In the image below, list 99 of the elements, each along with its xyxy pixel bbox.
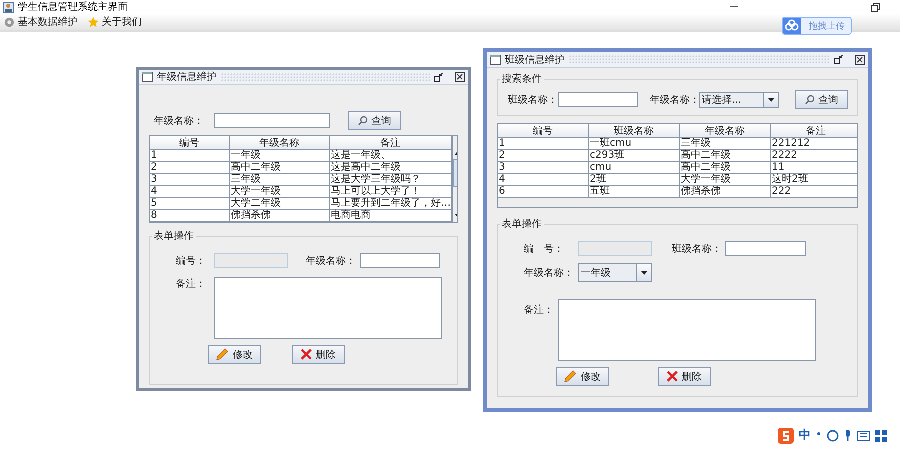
table-cell: 221212 bbox=[771, 138, 857, 150]
table-cell: 五班 bbox=[589, 186, 680, 198]
table-cell: 3 bbox=[498, 162, 589, 174]
table-cell: 222 bbox=[771, 186, 857, 198]
restore-icon[interactable] bbox=[834, 55, 843, 64]
column-header[interactable]: 班级名称 bbox=[589, 124, 680, 138]
table-cell: 这时2班 bbox=[771, 174, 857, 186]
search-button[interactable]: 查询 bbox=[795, 90, 848, 109]
delete-button[interactable]: 删除 bbox=[292, 345, 345, 364]
text-area[interactable] bbox=[214, 277, 442, 339]
input-field[interactable] bbox=[558, 92, 638, 107]
column-header[interactable]: 备注 bbox=[330, 136, 452, 150]
table-cell: 大学一年级 bbox=[230, 186, 330, 198]
table-cell: 这是大学三年级吗？ bbox=[330, 174, 452, 186]
search-button[interactable]: 查询 bbox=[348, 111, 401, 130]
input-field[interactable] bbox=[214, 113, 330, 128]
delete-button[interactable]: 删除 bbox=[658, 367, 711, 386]
caret-icon bbox=[768, 98, 774, 102]
field-label: 年级名称： bbox=[650, 94, 699, 106]
table-cell: 高中二年级 bbox=[680, 162, 771, 174]
table-cell: 大学二年级 bbox=[230, 198, 330, 210]
table-cell: 三年级 bbox=[680, 138, 771, 150]
field-label: 编号： bbox=[176, 254, 207, 268]
table-cell: 11 bbox=[771, 162, 857, 174]
gear-icon bbox=[4, 16, 15, 28]
table-cell: 2 bbox=[498, 150, 589, 162]
table-cell: 1 bbox=[150, 150, 230, 162]
close-icon[interactable] bbox=[455, 72, 465, 82]
edit-button[interactable]: 修改 bbox=[208, 345, 261, 364]
dropdown[interactable]: 请选择... bbox=[699, 92, 779, 108]
table-cell: 马上可以上大学了！ bbox=[330, 186, 452, 198]
table-cell: 这是高中二年级 bbox=[330, 162, 452, 174]
table-cell: 2 bbox=[150, 162, 230, 174]
column-header[interactable]: 编号 bbox=[498, 124, 589, 138]
menu-item[interactable]: 关于我们 bbox=[88, 15, 142, 29]
column-header[interactable]: 编号 bbox=[150, 136, 230, 150]
table-cell: 3 bbox=[150, 174, 230, 186]
field-label: 年级名称： bbox=[306, 254, 357, 268]
table-cell: 高中二年级 bbox=[230, 162, 330, 174]
column-header[interactable]: 年级名称 bbox=[680, 124, 771, 138]
table-cell: 佛挡杀佛 bbox=[230, 210, 330, 222]
keyboard-icon[interactable] bbox=[857, 430, 870, 440]
star-icon bbox=[88, 16, 99, 28]
table-cell: 电商电商 bbox=[330, 210, 452, 222]
table-cell: 5 bbox=[150, 198, 230, 210]
input-method-logo-icon[interactable] bbox=[778, 428, 794, 444]
input-mode-label[interactable]: 中 bbox=[799, 427, 811, 444]
table-cell: 马上要升到二年级了，好… bbox=[330, 198, 452, 210]
field-label: 班级名称： bbox=[672, 242, 723, 256]
table-cell: 三年级 bbox=[230, 174, 330, 186]
table-cell: 一年级 bbox=[230, 150, 330, 162]
close-icon bbox=[301, 349, 312, 360]
table-cell: 这是一年级、 bbox=[330, 150, 452, 162]
window-icon bbox=[142, 72, 153, 82]
pencil-icon bbox=[216, 348, 229, 361]
dropdown[interactable]: 一年级 bbox=[578, 263, 652, 282]
field-label: 年级名称： bbox=[154, 114, 204, 128]
table-cell: 4 bbox=[498, 174, 589, 186]
table-cell: 2222 bbox=[771, 150, 857, 162]
table-cell: 一班cmu bbox=[589, 138, 680, 150]
field-label: 编 号： bbox=[524, 242, 565, 256]
search-icon bbox=[358, 116, 368, 126]
field-label: 备注： bbox=[524, 304, 555, 317]
edit-button[interactable]: 修改 bbox=[556, 367, 609, 386]
table-cell: 6 bbox=[498, 186, 589, 198]
input-field[interactable] bbox=[725, 241, 806, 256]
window-title: 年级信息维护 bbox=[157, 70, 217, 84]
window-icon bbox=[490, 54, 501, 64]
table-cell: 佛挡杀佛 bbox=[680, 186, 771, 198]
group-title: 表单操作 bbox=[153, 230, 195, 243]
caret-icon bbox=[640, 270, 648, 274]
app-icon bbox=[3, 2, 14, 12]
table-cell: 1 bbox=[498, 138, 589, 150]
microphone-icon[interactable] bbox=[844, 430, 852, 442]
close-icon bbox=[667, 371, 678, 382]
app-title: 学生信息管理系统主界面 bbox=[18, 0, 128, 14]
text-area[interactable] bbox=[558, 299, 816, 361]
group-title: 搜索条件 bbox=[501, 72, 543, 86]
field-label: 年级名称： bbox=[524, 266, 575, 280]
field-label: 班级名称： bbox=[508, 94, 558, 106]
menu-item[interactable]: 基本数据维护 bbox=[4, 15, 78, 29]
search-icon bbox=[804, 94, 814, 104]
table-cell: 大学一年级 bbox=[680, 174, 771, 186]
grid-icon[interactable] bbox=[875, 430, 887, 442]
table-cell: 2班 bbox=[589, 174, 680, 186]
window-title: 班级信息维护 bbox=[505, 54, 565, 66]
table-cell: 8 bbox=[150, 210, 230, 222]
restore-icon[interactable] bbox=[434, 72, 443, 82]
pencil-icon bbox=[564, 370, 577, 383]
table-cell: 高中二年级 bbox=[680, 150, 771, 162]
field-label: 备注： bbox=[176, 278, 207, 291]
column-header[interactable]: 备注 bbox=[771, 124, 857, 138]
group-title: 表单操作 bbox=[501, 218, 543, 231]
table-cell: 4 bbox=[150, 186, 230, 198]
table-cell: cmu bbox=[589, 162, 680, 174]
column-header[interactable]: 年级名称 bbox=[230, 136, 330, 150]
table-cell: c293班 bbox=[589, 150, 680, 162]
input-field[interactable] bbox=[360, 253, 440, 268]
close-icon[interactable] bbox=[855, 54, 865, 64]
